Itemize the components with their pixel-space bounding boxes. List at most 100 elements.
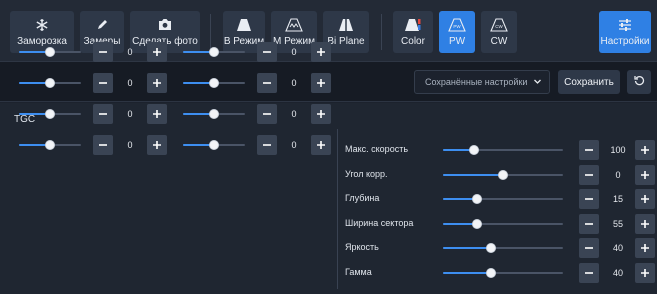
slider-thumb[interactable] [209,78,219,88]
slider-thumb[interactable] [45,47,55,57]
param-increase-button[interactable] [635,164,655,185]
plus-icon [641,146,649,154]
plus-icon [641,269,649,277]
param-increase-button[interactable] [635,263,655,283]
tgc-increase-button[interactable] [311,42,331,62]
slider-thumb[interactable] [209,140,219,150]
cw-icon: CW [490,17,508,33]
param-slider[interactable] [443,169,563,181]
tgc-slider[interactable] [183,77,245,89]
tgc-increase-button[interactable] [147,104,167,124]
tgc-slider[interactable] [19,46,81,58]
param-slider[interactable] [443,193,563,205]
svg-text:CW: CW [495,24,503,29]
param-increase-button[interactable] [635,189,655,210]
tgc-decrease-button[interactable] [93,104,113,124]
param-decrease-button[interactable] [579,164,599,185]
slider-thumb[interactable] [486,268,496,278]
slider-thumb[interactable] [471,218,482,229]
param-value: 40 [612,243,623,254]
plus-icon [317,48,325,56]
tgc-increase-button[interactable] [311,73,331,93]
minus-icon [263,82,271,84]
slider-thumb[interactable] [45,78,55,88]
tgc-value: 0 [291,78,297,88]
param-decrease-button[interactable] [579,238,599,259]
settings-button[interactable]: Настройки [599,11,651,53]
param-increase-button[interactable] [635,213,655,234]
param-decrease-button[interactable] [579,263,599,283]
slider-thumb[interactable] [45,140,55,150]
biplane-icon [338,17,354,33]
color-button[interactable]: Color [393,11,433,53]
param-decrease-button[interactable] [579,189,599,210]
tgc-increase-button[interactable] [311,135,331,155]
tgc-increase-button[interactable] [311,104,331,124]
tgc-slider[interactable] [19,108,81,120]
tgc-decrease-button[interactable] [257,42,277,62]
biplane-label: Bi Plane [327,35,365,47]
minus-icon [585,173,593,176]
param-value: 100 [610,145,626,155]
tgc-decrease-button[interactable] [257,135,277,155]
param-label: Глубина [345,193,380,204]
tgc-increase-button[interactable] [147,73,167,93]
param-slider[interactable] [443,267,563,279]
plus-icon [317,141,325,149]
param-slider[interactable] [443,242,563,254]
plus-icon [153,48,161,56]
param-label: Гамма [345,267,372,277]
tgc-increase-button[interactable] [147,135,167,155]
plus-icon [641,219,649,228]
param-value: 15 [612,194,623,205]
chevron-down-icon [533,77,542,88]
tgc-slider[interactable] [183,139,245,151]
slider-thumb[interactable] [471,194,482,205]
plus-icon [153,79,161,87]
saved-presets-select[interactable]: Сохранённые настройки [414,70,550,94]
tgc-slider[interactable] [19,139,81,151]
tgc-value: 0 [291,109,297,119]
minus-icon [585,272,593,274]
tgc-decrease-button[interactable] [93,42,113,62]
param-label: Макс. скорость [345,144,409,154]
tgc-increase-button[interactable] [147,42,167,62]
slider-fill [443,173,503,176]
plus-icon [317,79,325,87]
param-decrease-button[interactable] [579,140,599,160]
param-decrease-button[interactable] [579,213,599,234]
slider-thumb[interactable] [209,47,219,57]
param-slider[interactable] [443,218,563,230]
tgc-value: 0 [291,140,297,150]
slider-thumb[interactable] [469,145,480,155]
tgc-decrease-button[interactable] [93,135,113,155]
svg-text:PW: PW [453,24,461,29]
tgc-decrease-button[interactable] [257,104,277,124]
param-increase-button[interactable] [635,140,655,160]
param-slider[interactable] [443,144,563,156]
pw-button[interactable]: PW PW [439,11,475,53]
slider-thumb[interactable] [498,169,508,180]
tgc-decrease-button[interactable] [93,73,113,93]
tgc-value: 0 [127,47,133,57]
reset-button[interactable] [627,70,651,94]
tgc-slider[interactable] [183,46,245,58]
param-increase-button[interactable] [635,238,655,259]
slider-fill [443,247,491,250]
tgc-value: 0 [127,78,133,88]
panel-divider [337,129,338,289]
settings-sliders-icon [618,17,632,33]
minus-icon [585,222,593,225]
param-label: Яркость [345,242,379,253]
tgc-slider[interactable] [19,77,81,89]
tgc-slider[interactable] [183,108,245,120]
save-button[interactable]: Сохранить [558,70,620,94]
param-label: Ширина сектора [345,217,414,228]
tgc-decrease-button[interactable] [257,73,277,93]
slider-thumb[interactable] [486,243,496,254]
cw-button[interactable]: CW CW [481,11,517,53]
param-label: Угол корр. [345,168,388,179]
slider-thumb[interactable] [209,109,219,119]
slider-thumb[interactable] [45,109,55,119]
minus-icon [585,247,593,250]
